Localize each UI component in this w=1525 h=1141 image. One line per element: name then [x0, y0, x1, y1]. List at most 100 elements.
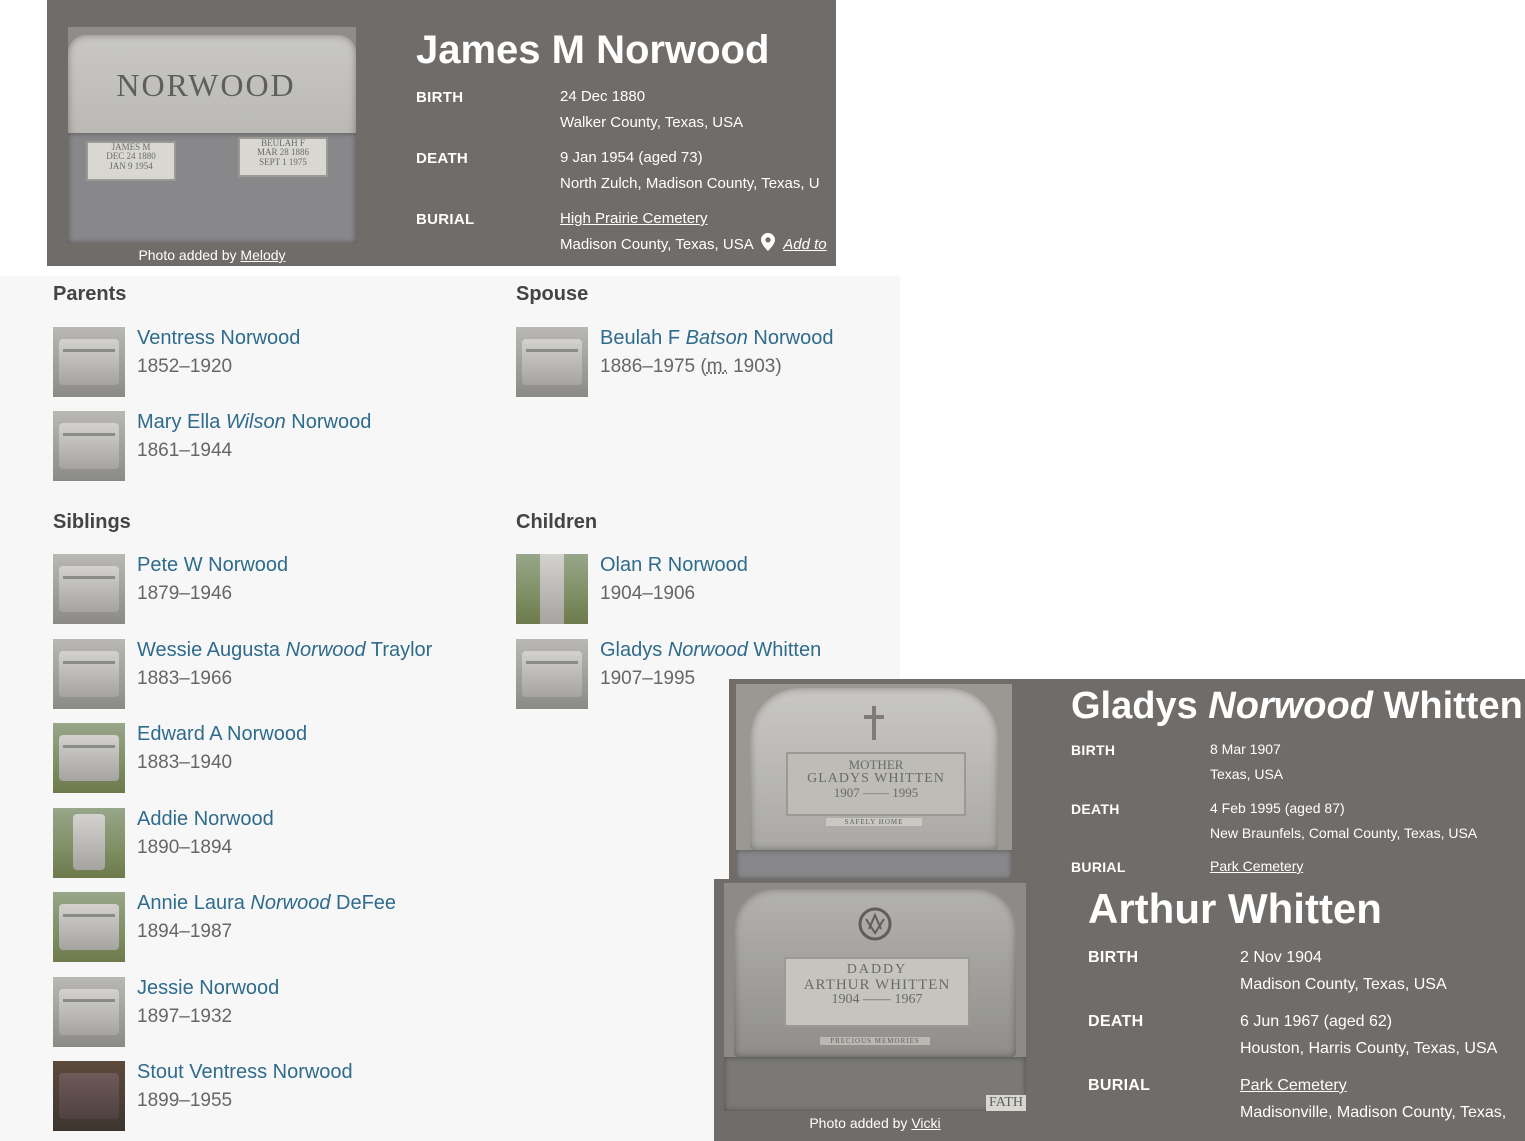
member-photo-thumb[interactable]: [53, 977, 125, 1047]
member-photo-thumb[interactable]: [53, 723, 125, 793]
birth-date: 24 Dec 1880: [560, 88, 646, 105]
headstone-base: [724, 1057, 1026, 1111]
married-abbreviation: m.: [706, 356, 728, 377]
arthur-memorial-card: DADDY ARTHUR WHITTEN 1904 —— 1967 PRECIO…: [714, 879, 1525, 1141]
memorial-photo[interactable]: NORWOOD JAMES M DEC 24 1880 JAN 9 1954 B…: [68, 27, 356, 243]
family-member[interactable]: Addie Norwood 1890–1894: [53, 808, 483, 880]
member-photo-thumb[interactable]: [53, 1061, 125, 1131]
headstone-epitaph: SAFELY HOME: [826, 818, 922, 826]
death-date: 9 Jan 1954 (aged 73): [560, 149, 703, 166]
member-dates: 1852–1920: [137, 356, 233, 377]
death-date: 6 Jun 1967 (aged 62): [1240, 1013, 1393, 1030]
member-dates: 1897–1932: [137, 1006, 233, 1027]
family-member[interactable]: Beulah F Batson Norwood 1886–1975 (m. 19…: [516, 327, 946, 399]
burial-place: Madisonville, Madison County, Texas,: [1240, 1104, 1507, 1121]
burial-place-row: Madison County, Texas, USA Add to: [560, 232, 827, 258]
birth-date: 8 Mar 1907: [1210, 741, 1281, 757]
burial-cemetery-link[interactable]: Park Cemetery: [1240, 1077, 1347, 1094]
gladys-name: Gladys Norwood Whitten: [1071, 685, 1523, 727]
family-member[interactable]: Stout Ventress Norwood 1899–1955: [53, 1061, 483, 1133]
burial-place: Madison County, Texas, USA: [560, 236, 753, 253]
family-member[interactable]: Edward A Norwood 1883–1940: [53, 723, 483, 795]
photo-uploader-link[interactable]: Melody: [240, 247, 285, 263]
member-photo-thumb[interactable]: [53, 808, 125, 878]
siblings-heading: Siblings: [53, 511, 131, 533]
member-dates: 1861–1944: [137, 440, 233, 461]
family-member[interactable]: Ventress Norwood 1852–1920: [53, 327, 483, 399]
member-photo-thumb[interactable]: [53, 892, 125, 962]
add-to-map-link[interactable]: Add to: [783, 236, 826, 253]
member-photo-thumb[interactable]: [516, 639, 588, 709]
family-member[interactable]: Olan R Norwood 1904–1906: [516, 554, 946, 626]
member-name-link[interactable]: Mary Ella Wilson Norwood: [137, 411, 371, 434]
arthur-name: Arthur Whitten: [1088, 885, 1382, 932]
map-pin-icon[interactable]: [761, 233, 776, 251]
photo-uploader-link[interactable]: Vicki: [911, 1115, 940, 1131]
death-date: 4 Feb 1995 (aged 87): [1210, 800, 1345, 816]
headstone-family-name: NORWOOD: [116, 67, 296, 103]
photo-caption: Photo added by Melody: [138, 247, 286, 263]
family-member[interactable]: Annie Laura Norwood DeFee 1894–1987: [53, 892, 483, 964]
plaque-left: JAMES M DEC 24 1880 JAN 9 1954: [86, 141, 176, 181]
emblem-icon: [858, 907, 892, 941]
burial-label: BURIAL: [1071, 859, 1126, 875]
death-label: DEATH: [1071, 801, 1120, 817]
member-dates: 1890–1894: [137, 837, 233, 858]
member-name-link[interactable]: Wessie Augusta Norwood Traylor: [137, 639, 432, 662]
headstone-epitaph: PRECIOUS MEMORIES: [820, 1037, 930, 1045]
burial-cemetery-link[interactable]: High Prairie Cemetery: [560, 210, 708, 227]
birth-place: Walker County, Texas, USA: [560, 114, 744, 131]
memorial-name: James M Norwood: [416, 28, 770, 72]
member-name-link[interactable]: Stout Ventress Norwood: [137, 1061, 353, 1084]
death-label: DEATH: [416, 150, 469, 167]
member-name-link[interactable]: Edward A Norwood: [137, 723, 307, 746]
member-dates: 1904–1906: [600, 583, 696, 604]
plaque-right: BEULAH F MAR 28 1886 SEPT 1 1975: [238, 137, 328, 177]
headstone-plaque: DADDY ARTHUR WHITTEN 1904 —— 1967: [784, 957, 970, 1027]
arthur-memorial-photo[interactable]: DADDY ARTHUR WHITTEN 1904 —— 1967 PRECIO…: [724, 883, 1026, 1111]
member-photo-thumb[interactable]: [53, 411, 125, 481]
member-dates: 1894–1987: [137, 921, 233, 942]
member-dates: 1886–1975 (m. 1903): [600, 356, 782, 377]
member-dates: 1907–1995: [600, 668, 696, 689]
children-heading: Children: [516, 511, 598, 533]
cross-icon: [864, 706, 884, 740]
photo-caption: Photo added by Vicki: [809, 1115, 941, 1131]
member-name-link[interactable]: Olan R Norwood: [600, 554, 748, 577]
member-name-link[interactable]: Addie Norwood: [137, 808, 274, 831]
member-photo-thumb[interactable]: [53, 554, 125, 624]
death-label: DEATH: [1088, 1013, 1144, 1030]
member-dates: 1899–1955: [137, 1090, 233, 1111]
family-member[interactable]: Wessie Augusta Norwood Traylor 1883–1966: [53, 639, 483, 711]
member-name-link[interactable]: Jessie Norwood: [137, 977, 279, 1000]
headstone-plaque: MOTHER GLADYS WHITTEN 1907 —— 1995: [786, 752, 966, 816]
burial-cemetery-row: Park Cemetery: [1240, 1072, 1347, 1099]
member-name-link[interactable]: Pete W Norwood: [137, 554, 288, 577]
member-photo-thumb[interactable]: [516, 554, 588, 624]
gladys-memorial-photo[interactable]: MOTHER GLADYS WHITTEN 1907 —— 1995 SAFEL…: [736, 684, 1012, 879]
member-dates: 1883–1940: [137, 752, 233, 773]
family-member[interactable]: Jessie Norwood 1897–1932: [53, 977, 483, 1049]
headstone-base: [736, 850, 1012, 879]
family-member[interactable]: Mary Ella Wilson Norwood 1861–1944: [53, 411, 483, 483]
member-name-link[interactable]: Annie Laura Norwood DeFee: [137, 892, 396, 915]
burial-cemetery-link[interactable]: Park Cemetery: [1210, 858, 1303, 874]
birth-date: 2 Nov 1904: [1240, 949, 1322, 966]
family-member[interactable]: Pete W Norwood 1879–1946: [53, 554, 483, 626]
burial-label: BURIAL: [416, 211, 475, 228]
member-photo-thumb[interactable]: [53, 327, 125, 397]
member-name-link[interactable]: Ventress Norwood: [137, 327, 300, 350]
member-name-link[interactable]: Beulah F Batson Norwood: [600, 327, 833, 350]
birth-label: BIRTH: [1088, 949, 1139, 966]
death-place: New Braunfels, Comal County, Texas, USA: [1210, 825, 1478, 841]
member-photo-thumb[interactable]: [53, 639, 125, 709]
burial-cemetery-row: Park Cemetery: [1210, 854, 1303, 879]
burial-label: BURIAL: [1088, 1077, 1151, 1094]
member-dates: 1879–1946: [137, 583, 233, 604]
birth-place: Madison County, Texas, USA: [1240, 976, 1447, 993]
memorial-header: NORWOOD JAMES M DEC 24 1880 JAN 9 1954 B…: [47, 0, 836, 266]
burial-cemetery-row: High Prairie Cemetery: [560, 206, 708, 232]
member-photo-thumb[interactable]: [516, 327, 588, 397]
birth-label: BIRTH: [1071, 742, 1116, 758]
member-name-link[interactable]: Gladys Norwood Whitten: [600, 639, 821, 662]
